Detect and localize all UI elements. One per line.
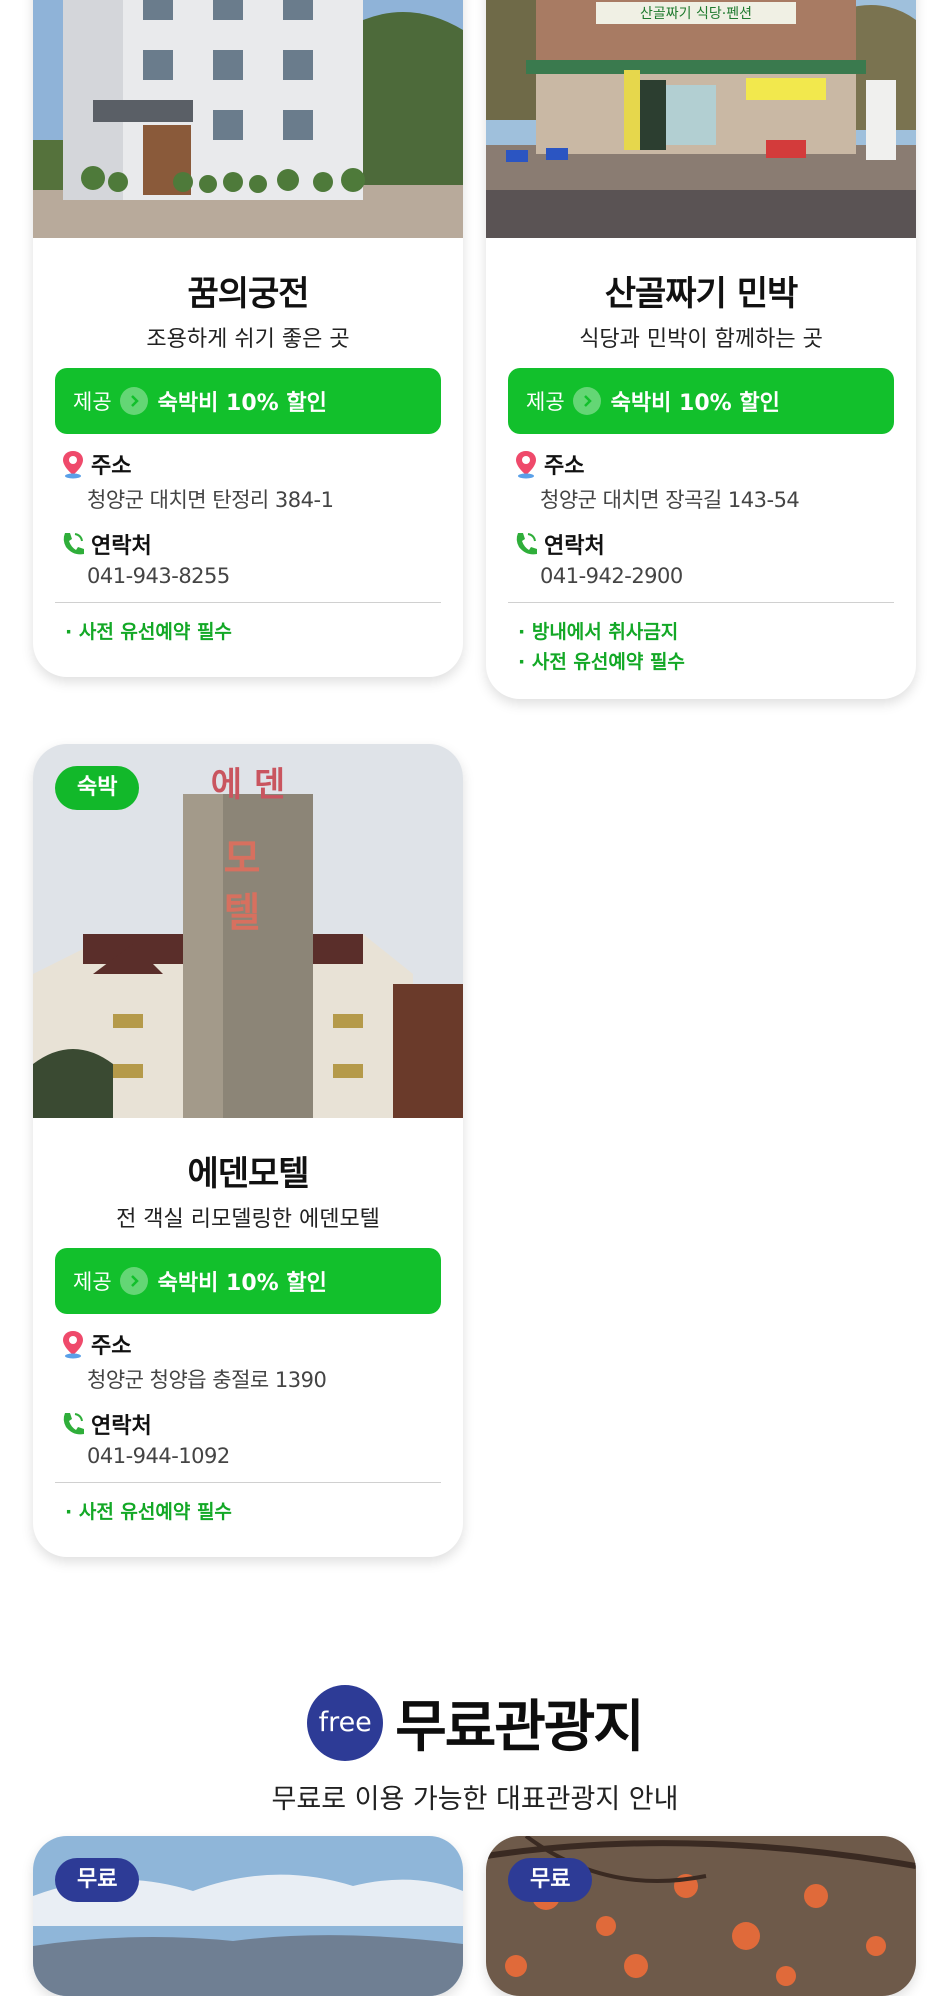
contact-row: 연락처 [508,528,894,560]
lodging-photo: 에 덴 모 텔 숙박 [33,744,463,1118]
lodging-subtitle: 식당과 민박이 함께하는 곳 [579,327,823,352]
lodging-title: 에덴모텔 [187,1154,309,1194]
phone-value[interactable]: 041-944-1092 [55,1444,441,1468]
free-attraction-card[interactable]: 무료 [33,1836,463,1996]
phone-icon [59,1409,87,1439]
contact-label: 연락처 [544,534,605,559]
lodging-card[interactable]: 꿈의궁전 조용하게 쉬기 좋은 곳 제공 숙박비 10% 할인 주소 청양군 대… [33,0,463,677]
free-circle-badge: free [307,1684,384,1761]
lodging-title: 꿈의궁전 [187,274,309,314]
free-attraction-card[interactable]: 무료 [486,1836,916,1996]
contact-row: 연락처 [55,528,441,560]
location-pin-icon [59,449,87,479]
lodging-photo [33,0,463,238]
arrow-circle-icon [119,387,148,415]
benefit-text: 숙박비 10% 할인 [157,1271,327,1296]
address-row: 주소 [508,448,894,480]
phone-value[interactable]: 041-942-2900 [508,564,894,588]
notes: · 사전 유선예약 필수 [55,1497,441,1557]
notes: · 방내에서 취사금지 · 사전 유선예약 필수 [508,617,894,699]
phone-value[interactable]: 041-943-8255 [55,564,441,588]
address-label: 주소 [544,454,585,479]
benefit-banner: 제공 숙박비 10% 할인 [508,368,894,434]
phone-icon [59,529,87,559]
attraction-photo: 무료 [33,1836,463,1996]
contact-label: 연락처 [91,534,152,559]
attraction-photo: 무료 [486,1836,916,1996]
lodging-photo: 산골짜기 식당·펜션 [486,0,916,238]
divider [55,1482,441,1483]
divider [55,602,441,603]
contact-row: 연락처 [55,1408,441,1440]
benefit-banner: 제공 숙박비 10% 할인 [55,368,441,434]
address-label: 주소 [91,454,132,479]
category-badge: 숙박 [55,766,140,810]
arrow-circle-icon [572,387,601,415]
contact-label: 연락처 [91,1414,152,1439]
section-title: 무료관광지 [395,1695,645,1760]
address-value: 청양군 청양읍 충절로 1390 [87,1368,327,1392]
address-value: 청양군 대치면 탄정리 384-1 [87,488,334,512]
free-badge: 무료 [55,1858,140,1902]
arrow-circle-icon [119,1267,148,1295]
lodging-card[interactable]: 에 덴 모 텔 숙박 에덴모텔 전 객실 리모델링한 에덴모텔 제공 숙박비 1… [33,744,463,1557]
benefit-tag: 제공 [73,1270,112,1294]
note-item: · 사전 유선예약 필수 [65,1501,232,1523]
lodging-title: 산골짜기 민박 [604,274,799,314]
lodging-subtitle: 전 객실 리모델링한 에덴모텔 [116,1207,380,1232]
free-badge: 무료 [508,1858,593,1902]
note-item: · 방내에서 취사금지 [518,621,679,643]
benefit-text: 숙박비 10% 할인 [610,391,780,416]
address-value: 청양군 대치면 장곡길 143-54 [540,488,800,512]
note-item: · 사전 유선예약 필수 [518,651,685,673]
address-row: 주소 [55,1328,441,1360]
location-pin-icon [512,449,540,479]
lodging-card[interactable]: 산골짜기 식당·펜션 산골짜기 민박 식당과 민박이 함께하는 곳 제공 숙박비… [486,0,916,699]
benefit-banner: 제공 숙박비 10% 할인 [55,1248,441,1314]
address-label: 주소 [91,1334,132,1359]
divider [508,602,894,603]
free-section-header: free 무료관광지 무료로 이용 가능한 대표관광지 안내 [0,1682,950,1816]
restaurant-sign: 산골짜기 식당·펜션 [640,6,752,22]
lodging-subtitle: 조용하게 쉬기 좋은 곳 [146,327,350,352]
note-item: · 사전 유선예약 필수 [65,621,232,643]
benefit-tag: 제공 [526,390,565,414]
address-row: 주소 [55,448,441,480]
motel-sign-top: 에 덴 [211,765,285,805]
motel-sign-side: 모 텔 [215,837,261,931]
location-pin-icon [59,1329,87,1359]
benefit-text: 숙박비 10% 할인 [157,391,327,416]
benefit-tag: 제공 [73,390,112,414]
section-title-row: free 무료관광지 [0,1682,950,1763]
phone-icon [512,529,540,559]
notes: · 사전 유선예약 필수 [55,617,441,677]
section-subtitle: 무료로 이용 가능한 대표관광지 안내 [271,1784,679,1815]
